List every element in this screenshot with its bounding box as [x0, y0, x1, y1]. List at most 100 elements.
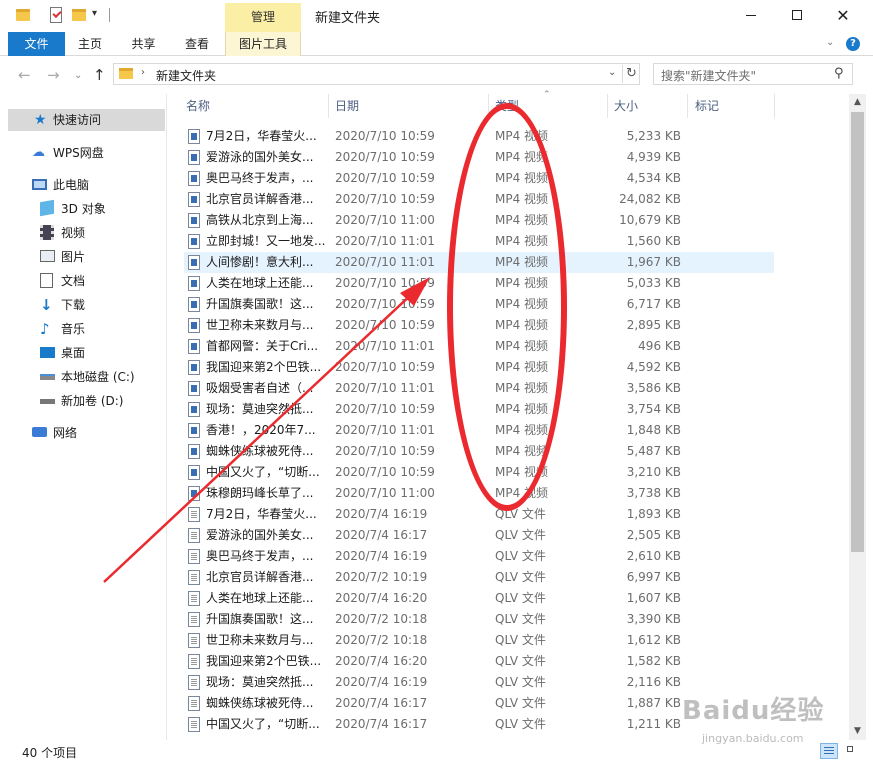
file-date: 2020/7/10 11:01 [335, 255, 435, 269]
file-row[interactable]: 蜘蛛侠练球被死侍... 2020/7/4 16:17 QLV 文件 1,887 KB [184, 693, 774, 714]
file-type: MP4 视频 [495, 171, 549, 185]
vertical-scrollbar[interactable]: ▲ ▼ [849, 94, 866, 740]
tab-view[interactable]: 查看 [172, 32, 222, 56]
column-type[interactable]: 类型 [495, 94, 519, 118]
scroll-down-icon[interactable]: ▼ [849, 723, 866, 740]
file-type: QLV 文件 [495, 591, 546, 605]
file-row[interactable]: 首都网警：关于Cri... 2020/7/10 11:01 MP4 视频 496 KB [184, 336, 774, 357]
file-row[interactable]: 7月2日，华春莹火... 2020/7/4 16:19 QLV 文件 1,893 KB [184, 504, 774, 525]
file-row[interactable]: 7月2日，华春莹火... 2020/7/10 10:59 MP4 视频 5,233 K… [184, 126, 774, 147]
address-dropdown-icon[interactable]: ⌄ [608, 67, 616, 78]
tab-share[interactable]: 共享 [115, 32, 172, 56]
file-row[interactable]: 北京官员详解香港... 2020/7/10 10:59 MP4 视频 24,082 K… [184, 189, 774, 210]
file-row[interactable]: 立即封城！又一地发... 2020/7/10 11:01 MP4 视频 1,560 K… [184, 231, 774, 252]
breadcrumb[interactable]: 新建文件夹 [156, 67, 216, 84]
recent-locations-icon[interactable]: ⌄ [74, 70, 82, 81]
file-size: 4,534 KB [626, 171, 681, 185]
maximize-button[interactable] [774, 0, 820, 30]
column-divider[interactable] [488, 94, 489, 118]
search-icon[interactable]: ⚲ [834, 66, 844, 81]
close-button[interactable]: ✕ [820, 0, 866, 30]
file-row[interactable]: 人类在地球上还能... 2020/7/4 16:20 QLV 文件 1,607 KB [184, 588, 774, 609]
up-arrow-icon[interactable]: ↑ [93, 66, 106, 84]
file-row[interactable]: 奥巴马终于发声，... 2020/7/10 10:59 MP4 视频 4,534 KB [184, 168, 774, 189]
file-name: 奥巴马终于发声，... [206, 171, 314, 185]
file-type: MP4 视频 [495, 465, 549, 479]
scroll-up-icon[interactable]: ▲ [849, 94, 866, 111]
file-row[interactable]: 升国旗奏国歌！这... 2020/7/2 10:18 QLV 文件 3,390 KB [184, 609, 774, 630]
refresh-icon[interactable]: ↻ [622, 65, 640, 83]
file-date: 2020/7/4 16:19 [335, 507, 428, 521]
video-file-icon [188, 255, 200, 270]
tab-home[interactable]: 主页 [65, 32, 115, 56]
file-row[interactable]: 香港！，2020年7... 2020/7/10 11:01 MP4 视频 1,848 … [184, 420, 774, 441]
video-file-icon [188, 171, 200, 186]
search-input[interactable]: 搜索"新建文件夹" ⚲ [653, 63, 853, 85]
file-row[interactable]: 蜘蛛侠练球被死侍... 2020/7/10 10:59 MP4 视频 5,487 KB [184, 441, 774, 462]
expand-ribbon-icon[interactable]: ⌄ [826, 37, 834, 48]
minimize-button[interactable] [728, 0, 774, 30]
file-row[interactable]: 世卫称未来数月与... 2020/7/10 10:59 MP4 视频 2,895 KB [184, 315, 774, 336]
new-folder-icon[interactable] [72, 9, 86, 21]
file-row[interactable]: 中国又火了，“切断... 2020/7/10 10:59 MP4 视频 3,210 K… [184, 462, 774, 483]
file-type: QLV 文件 [495, 570, 546, 584]
file-name: 人类在地球上还能... [206, 276, 314, 290]
column-name[interactable]: 名称 [186, 94, 210, 118]
file-row[interactable]: 高铁从北京到上海... 2020/7/10 11:00 MP4 视频 10,679 K… [184, 210, 774, 231]
file-row[interactable]: 爱游泳的国外美女... 2020/7/4 16:17 QLV 文件 2,505 KB [184, 525, 774, 546]
file-type: QLV 文件 [495, 654, 546, 668]
column-date[interactable]: 日期 [335, 94, 359, 118]
file-row[interactable]: 升国旗奏国歌！这... 2020/7/10 10:59 MP4 视频 6,717 KB [184, 294, 774, 315]
file-type: MP4 视频 [495, 360, 549, 374]
column-size[interactable]: 大小 [614, 94, 638, 118]
file-row[interactable]: 爱游泳的国外美女... 2020/7/10 10:59 MP4 视频 4,939 KB [184, 147, 774, 168]
address-bar[interactable]: › 新建文件夹 ⌄ ↻ [113, 63, 640, 85]
tab-picture-tools[interactable]: 图片工具 [225, 32, 301, 56]
toolbar-divider [109, 8, 110, 22]
video-file-icon [188, 402, 200, 417]
file-type: QLV 文件 [495, 675, 546, 689]
column-divider[interactable] [328, 94, 329, 118]
pane-divider[interactable] [166, 94, 167, 740]
file-row[interactable]: 现场：莫迪突然抵... 2020/7/10 10:59 MP4 视频 3,754 KB [184, 399, 774, 420]
file-row[interactable]: 我国迎来第2个巴铁... 2020/7/10 10:59 MP4 视频 4,592 K… [184, 357, 774, 378]
file-row[interactable]: 中国又火了，“切断... 2020/7/4 16:17 QLV 文件 1,211 KB [184, 714, 774, 735]
details-view-icon[interactable] [820, 743, 838, 759]
file-row[interactable]: 北京官员详解香港... 2020/7/2 10:19 QLV 文件 6,997 KB [184, 567, 774, 588]
column-divider[interactable] [774, 94, 775, 118]
file-size: 1,848 KB [626, 423, 681, 437]
file-type: MP4 视频 [495, 318, 549, 332]
desktop-icon [40, 347, 55, 358]
file-row[interactable]: 珠穆朗玛峰长草了... 2020/7/10 11:00 MP4 视频 3,738 KB [184, 483, 774, 504]
file-row[interactable]: 人间惨剧！意大利... 2020/7/10 11:01 MP4 视频 1,967 KB [184, 252, 774, 273]
breadcrumb-arrow-icon[interactable]: › [141, 67, 145, 78]
tab-manage[interactable]: 管理 [225, 3, 301, 32]
file-row[interactable]: 世卫称未来数月与... 2020/7/2 10:18 QLV 文件 1,612 KB [184, 630, 774, 651]
forward-arrow-icon[interactable]: → [47, 66, 60, 84]
video-file-icon [188, 486, 200, 501]
file-size: 1,967 KB [626, 255, 681, 269]
file-date: 2020/7/10 10:59 [335, 150, 435, 164]
folder-icon[interactable] [16, 9, 30, 21]
sidebar-item-quick-access[interactable]: ★ 快速访问 [8, 109, 165, 131]
file-row[interactable]: 奥巴马终于发声，... 2020/7/4 16:19 QLV 文件 2,610 KB [184, 546, 774, 567]
column-divider[interactable] [687, 94, 688, 118]
large-icons-view-icon[interactable] [844, 743, 862, 759]
quick-access-dropdown-icon[interactable]: ▾ [92, 8, 97, 19]
file-row[interactable]: 现场：莫迪突然抵... 2020/7/4 16:19 QLV 文件 2,116 KB [184, 672, 774, 693]
file-row[interactable]: 我国迎来第2个巴铁... 2020/7/4 16:20 QLV 文件 1,582 KB [184, 651, 774, 672]
file-type: MP4 视频 [495, 129, 549, 143]
column-divider[interactable] [607, 94, 608, 118]
tab-file[interactable]: 文件 [8, 32, 65, 56]
file-icon [188, 570, 200, 585]
file-size: 10,679 KB [619, 213, 681, 227]
help-icon[interactable]: ? [846, 37, 860, 51]
scrollbar-thumb[interactable] [851, 112, 864, 552]
file-name: 中国又火了，“切断... [206, 465, 320, 479]
file-row[interactable]: 吸烟受害者自述（... 2020/7/10 11:01 MP4 视频 3,586 KB [184, 378, 774, 399]
back-arrow-icon[interactable]: ← [18, 66, 31, 84]
file-row[interactable]: 人类在地球上还能... 2020/7/10 10:59 MP4 视频 5,033 KB [184, 273, 774, 294]
file-date: 2020/7/4 16:17 [335, 696, 428, 710]
properties-icon[interactable] [50, 7, 62, 23]
column-tags[interactable]: 标记 [695, 94, 719, 118]
